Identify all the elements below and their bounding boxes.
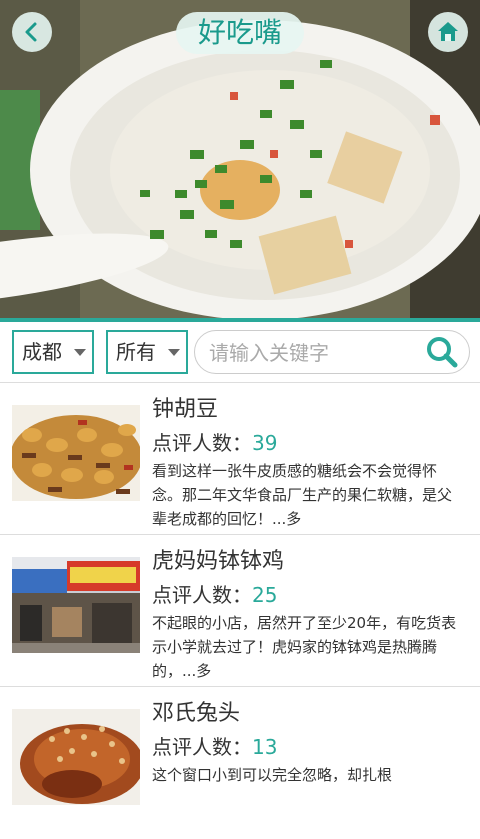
review-count-label: 点评人数：	[152, 431, 252, 455]
list-item[interactable]: 虎妈妈钵钵鸡 点评人数：25 不起眼的小店，居然开了至少20年，有吃货表示小学就…	[0, 535, 480, 687]
back-button[interactable]	[12, 12, 52, 52]
item-thumbnail	[12, 709, 140, 805]
review-count: 点评人数：39	[152, 427, 277, 456]
city-select-value: 成都	[22, 340, 62, 364]
dropdown-caret-icon	[74, 349, 86, 356]
search-input[interactable]	[207, 333, 421, 373]
review-count-value: 25	[252, 583, 278, 607]
item-description: 这个窗口小到可以完全忽略，却扎根	[152, 766, 393, 784]
review-count-label: 点评人数：	[152, 583, 252, 607]
item-description: 不起眼的小店，居然开了至少20年，有吃货表示小学就去过了！虎妈家的钵钵鸡是热腾腾…	[152, 614, 457, 680]
item-title: 虎妈妈钵钵鸡	[152, 549, 285, 574]
dropdown-caret-icon	[168, 349, 180, 356]
item-title: 钟胡豆	[152, 397, 219, 422]
city-select[interactable]: 成都	[12, 330, 94, 374]
fried-beans-photo	[12, 405, 140, 501]
home-button[interactable]	[428, 12, 468, 52]
chevron-left-icon	[25, 22, 37, 42]
review-count-label: 点评人数：	[152, 735, 252, 759]
category-select[interactable]: 所有	[106, 330, 188, 374]
page-title: 好吃嘴	[176, 12, 304, 54]
item-title: 邓氏兔头	[152, 701, 241, 726]
search-box	[194, 330, 470, 374]
home-icon	[438, 22, 458, 41]
storefront-photo	[12, 557, 140, 653]
item-thumbnail	[12, 557, 140, 653]
review-count: 点评人数：13	[152, 731, 277, 760]
rabbit-head-photo	[12, 709, 140, 805]
hero-image: 好吃嘴	[0, 0, 480, 318]
review-count-value: 39	[252, 431, 278, 455]
filter-bar: 成都 所有	[0, 322, 480, 382]
review-count-value: 13	[252, 735, 278, 759]
category-select-value: 所有	[116, 340, 156, 364]
item-description: 看到这样一张牛皮质感的糖纸会不会觉得怀念。那二年文华食品厂生产的果仁软糖，是父辈…	[152, 462, 453, 528]
list-item[interactable]: 钟胡豆 点评人数：39 看到这样一张牛皮质感的糖纸会不会觉得怀念。那二年文华食品…	[0, 383, 480, 535]
item-thumbnail	[12, 405, 140, 501]
review-count: 点评人数：25	[152, 579, 277, 608]
list-item[interactable]: 邓氏兔头 点评人数：13 这个窗口小到可以完全忽略，却扎根	[0, 687, 480, 839]
search-icon[interactable]	[425, 335, 459, 369]
